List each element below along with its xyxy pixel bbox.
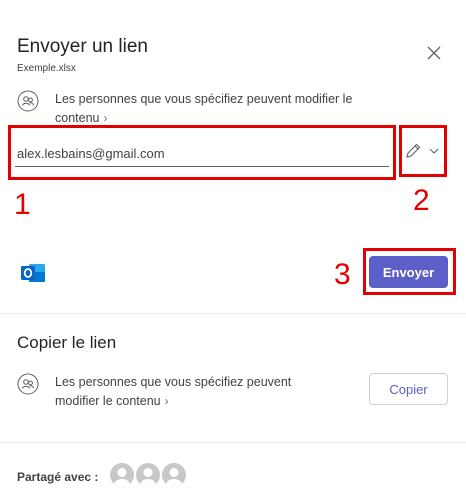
send-button[interactable]: Envoyer (369, 256, 448, 288)
send-permission-row[interactable]: Les personnes que vous spécifiez peuvent… (17, 90, 395, 128)
outlook-icon[interactable] (20, 261, 46, 285)
shared-with-label: Partagé avec : (17, 470, 99, 484)
annotation-box-email (8, 125, 396, 180)
file-name: Exemple.xlsx (17, 63, 76, 74)
people-icon (17, 373, 39, 395)
copy-permission-row[interactable]: Les personnes que vous spécifiez peuvent… (17, 373, 335, 411)
section-divider (0, 442, 466, 443)
annotation-box-edit (399, 125, 447, 177)
close-icon[interactable] (423, 42, 445, 64)
annotation-label-1: 1 (14, 188, 31, 221)
chevron-right-icon: › (103, 111, 108, 125)
dialog-title: Envoyer un lien (17, 36, 148, 57)
shared-avatars[interactable] (110, 463, 188, 487)
copy-link-title: Copier le lien (17, 333, 117, 352)
avatar (110, 463, 134, 487)
copy-permission-text: Les personnes que vous spécifiez peuvent… (55, 375, 292, 408)
people-icon (17, 90, 39, 112)
annotation-label-3: 3 (334, 258, 351, 291)
send-permission-text: Les personnes que vous spécifiez peuvent… (55, 92, 353, 125)
avatar (136, 463, 160, 487)
chevron-right-icon: › (164, 394, 169, 408)
section-divider (0, 313, 466, 314)
copy-button[interactable]: Copier (369, 373, 448, 405)
annotation-label-2: 2 (413, 184, 430, 217)
avatar (162, 463, 186, 487)
